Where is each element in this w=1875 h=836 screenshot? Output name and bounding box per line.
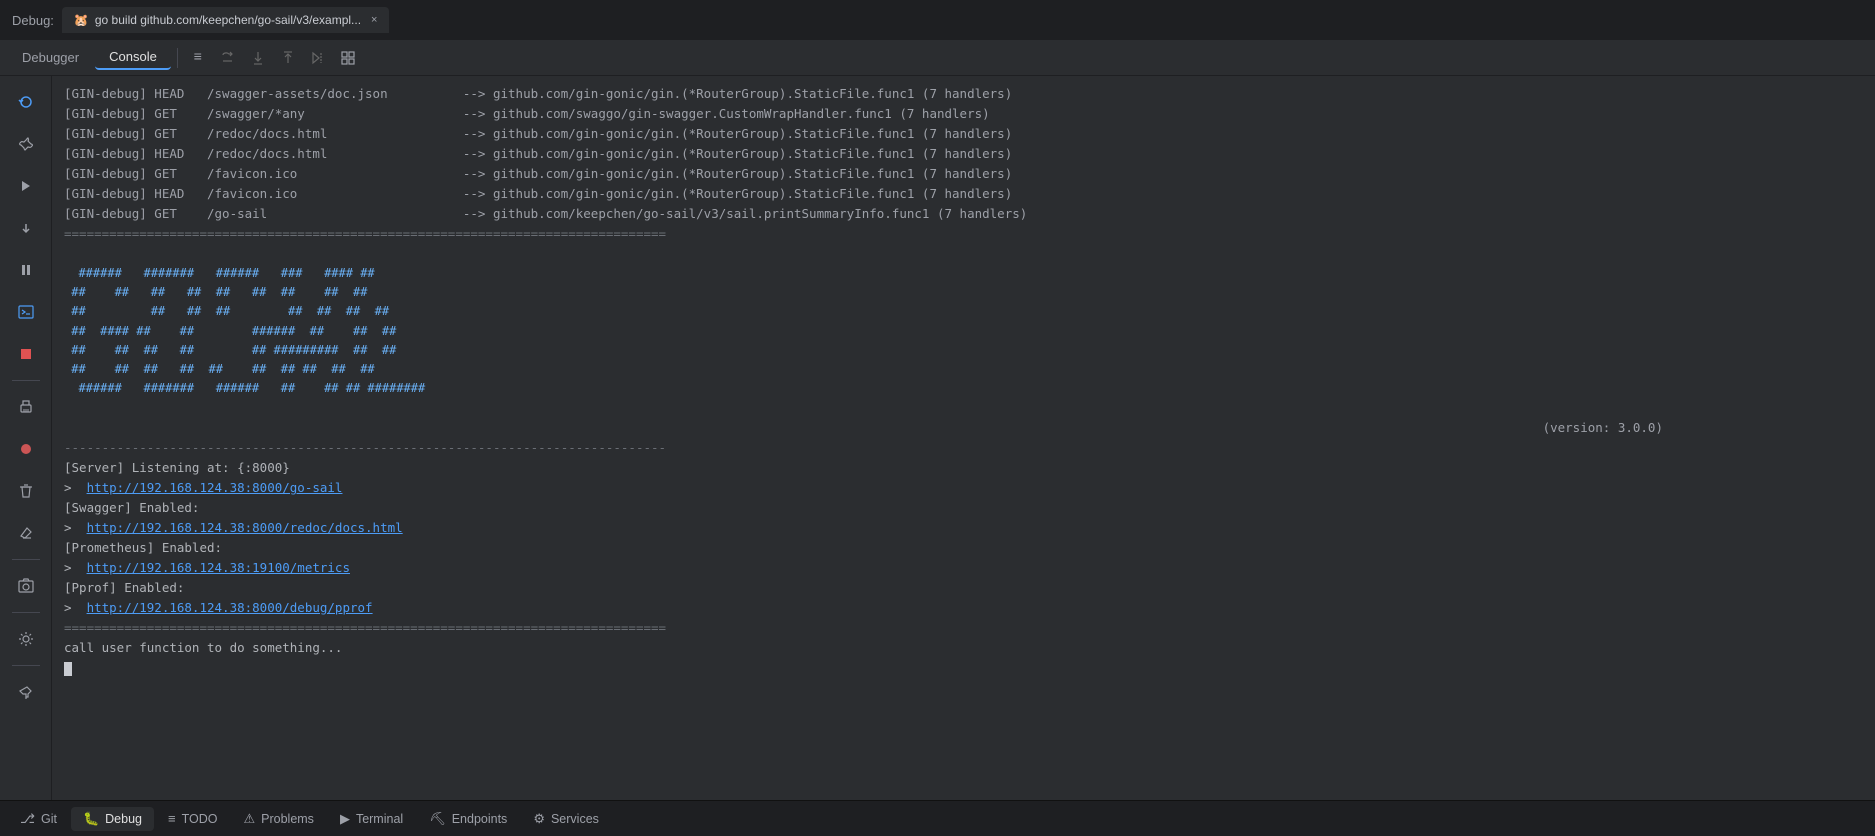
toolbar-menu-btn[interactable]: ≡ [184,44,212,72]
console-line: [GIN-debug] HEAD /swagger-assets/doc.jso… [64,84,1863,104]
record-btn[interactable] [8,431,44,467]
status-tab-terminal-label: Terminal [356,812,403,826]
server-link-line: > http://192.168.124.38:8000/go-sail [64,478,1863,498]
toolbar-run-to-cursor-btn[interactable] [304,44,332,72]
prometheus-link[interactable]: http://192.168.124.38:19100/metrics [87,560,350,575]
toolbar-separator [177,48,178,68]
console-separator-2: ----------------------------------------… [64,438,1863,458]
status-tab-git-label: Git [41,812,57,826]
resume-btn[interactable] [8,168,44,204]
ascii-art-3: ## ## ## ## ## ## ## ## [64,302,1863,321]
ascii-art-5: ## ## ## ## ## ######### ## ## [64,341,1863,360]
call-user-function: call user function to do something... [64,638,1863,658]
console-cursor [64,662,72,676]
console-cursor-line [64,658,1863,678]
console-line: [GIN-debug] GET /redoc/docs.html --> git… [64,124,1863,144]
console-line: [GIN-debug] GET /swagger/*any --> github… [64,104,1863,124]
tab-console[interactable]: Console [95,45,171,70]
toolbar-step-out-btn[interactable] [274,44,302,72]
status-tab-problems-label: Problems [261,812,314,826]
process-tab[interactable]: 🐹 go build github.com/keepchen/go-sail/v… [62,7,390,33]
status-tab-terminal[interactable]: ▶ Terminal [328,807,415,831]
tab-debugger[interactable]: Debugger [8,46,93,69]
sidebar-sep-3 [12,612,40,613]
console-line: [GIN-debug] HEAD /redoc/docs.html --> gi… [64,144,1863,164]
stop-btn[interactable] [8,336,44,372]
console-separator-3: ========================================… [64,618,1863,638]
tab-close-btn[interactable]: × [371,14,377,26]
status-tab-todo-label: TODO [182,812,218,826]
console-line: [GIN-debug] GET /favicon.ico --> github.… [64,164,1863,184]
toolbar-step-over-btn[interactable] [214,44,242,72]
status-tab-services[interactable]: ⚙ Services [521,807,611,831]
debug-icon: 🐛 [83,811,99,827]
swagger-link[interactable]: http://192.168.124.38:8000/redoc/docs.ht… [87,520,403,535]
console-blank-2 [64,398,1863,418]
status-tab-debug-label: Debug [105,812,142,826]
ascii-art-6: ## ## ## ## ## ## ## ## ## ## [64,360,1863,379]
endpoints-icon: ⛏ [429,811,446,827]
console-output[interactable]: [GIN-debug] HEAD /swagger-assets/doc.jso… [52,76,1875,800]
swagger-enabled: [Swagger] Enabled: [64,498,1863,518]
ascii-art-2: ## ## ## ## ## ## ## ## ## [64,283,1863,302]
ascii-art-7: ###### ####### ###### ## ## ## ######## [64,379,1863,398]
screenshot-btn[interactable] [8,568,44,604]
toolbar-step-into-btn[interactable] [244,44,272,72]
gear-btn[interactable] [8,621,44,657]
sidebar-sep-2 [12,559,40,560]
toolbar: Debugger Console ≡ [0,40,1875,76]
erase-btn[interactable] [8,515,44,551]
step-over-btn[interactable] [8,210,44,246]
prometheus-enabled: [Prometheus] Enabled: [64,538,1863,558]
pprof-enabled: [Pprof] Enabled: [64,578,1863,598]
debug-label: Debug: [12,13,54,28]
console-blank [64,244,1863,264]
status-tab-todo[interactable]: ≡ TODO [156,807,229,830]
process-tab-text: go build github.com/keepchen/go-sail/v3/… [95,13,361,27]
main-area: [GIN-debug] HEAD /swagger-assets/doc.jso… [0,76,1875,800]
ascii-art-4: ## #### ## ## ###### ## ## ## [64,322,1863,341]
pin-btn[interactable] [8,674,44,710]
console-separator: ========================================… [64,224,1863,244]
pause-btn[interactable] [8,252,44,288]
git-icon: ⎇ [20,811,35,827]
print-btn[interactable] [8,389,44,425]
sidebar-sep-1 [12,380,40,381]
status-tab-problems[interactable]: ⚠ Problems [231,807,325,831]
sidebar [0,76,52,800]
pprof-link-line: > http://192.168.124.38:8000/debug/pprof [64,598,1863,618]
status-tab-debug[interactable]: 🐛 Debug [71,807,154,831]
status-tab-services-label: Services [551,812,599,826]
todo-icon: ≡ [168,811,176,826]
console-line: [GIN-debug] HEAD /favicon.ico --> github… [64,184,1863,204]
status-tab-endpoints[interactable]: ⛏ Endpoints [417,807,519,831]
delete-btn[interactable] [8,473,44,509]
console-line: [GIN-debug] GET /go-sail --> github.com/… [64,204,1863,224]
rerun-btn[interactable] [8,84,44,120]
status-tab-git[interactable]: ⎇ Git [8,807,69,831]
console-btn[interactable] [8,294,44,330]
toolbar-settings-btn[interactable] [334,44,362,72]
version-line: (version: 3.0.0) [64,418,1863,438]
services-icon: ⚙ [533,811,545,827]
pprof-link[interactable]: http://192.168.124.38:8000/debug/pprof [87,600,373,615]
server-listening: [Server] Listening at: {:8000} [64,458,1863,478]
go-icon: 🐹 [74,13,89,27]
swagger-link-line: > http://192.168.124.38:8000/redoc/docs.… [64,518,1863,538]
server-link[interactable]: http://192.168.124.38:8000/go-sail [87,480,343,495]
wrench-btn[interactable] [8,126,44,162]
ascii-art-1: ###### ####### ###### ### #### ## [64,264,1863,283]
status-bar: ⎇ Git 🐛 Debug ≡ TODO ⚠ Problems ▶ Termin… [0,800,1875,836]
status-tab-endpoints-label: Endpoints [452,812,508,826]
title-bar: Debug: 🐹 go build github.com/keepchen/go… [0,0,1875,40]
terminal-icon: ▶ [340,811,350,827]
prometheus-link-line: > http://192.168.124.38:19100/metrics [64,558,1863,578]
problems-icon: ⚠ [243,811,255,827]
sidebar-sep-4 [12,665,40,666]
